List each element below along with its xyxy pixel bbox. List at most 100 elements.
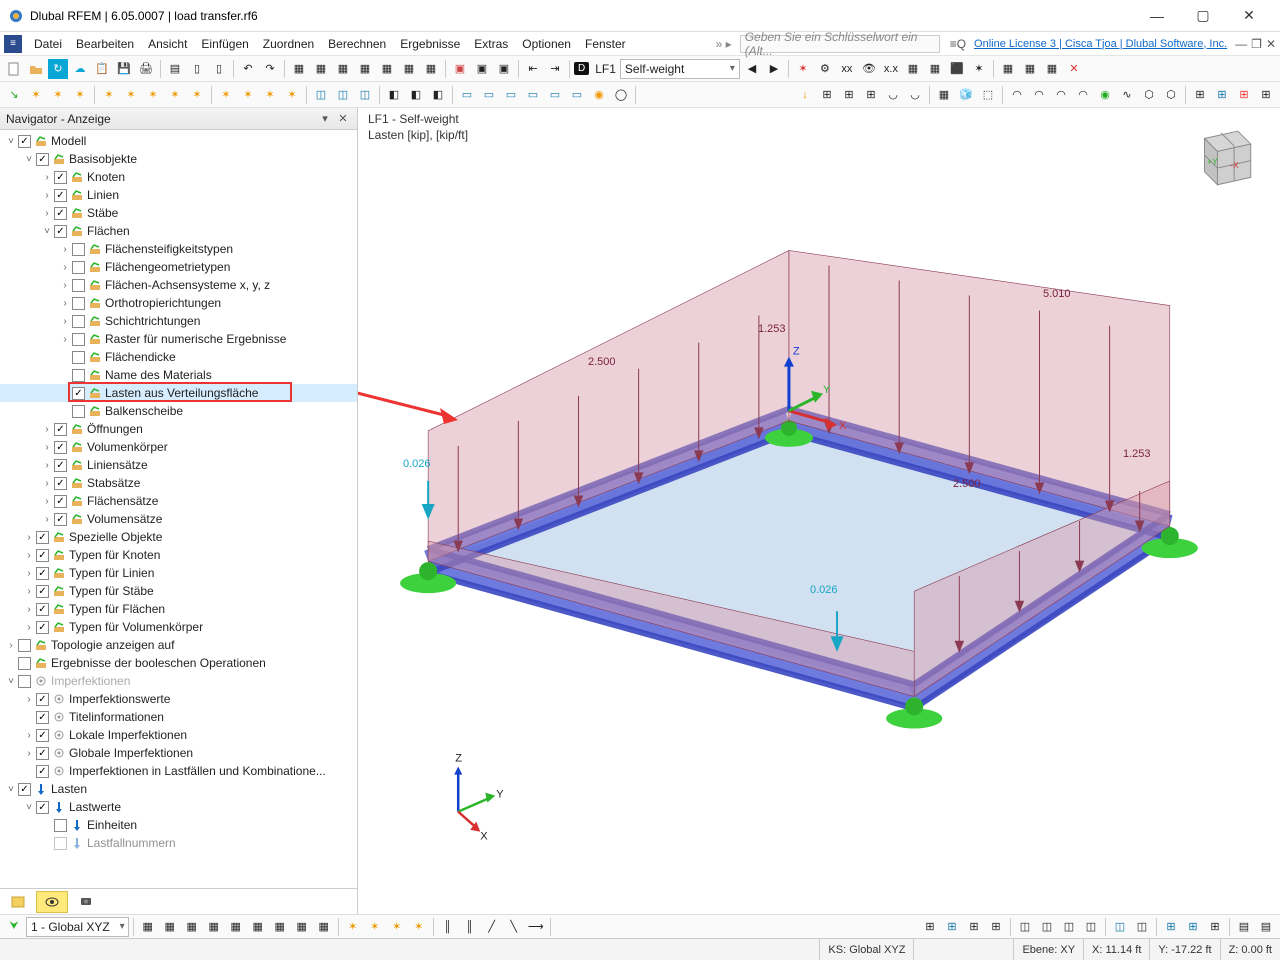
view-prev-icon[interactable]: ⇤ bbox=[523, 59, 543, 79]
grid2-icon[interactable]: ⊞ bbox=[1212, 85, 1232, 105]
bt4-icon[interactable]: ▦ bbox=[204, 917, 224, 937]
tree-twisty-icon[interactable]: › bbox=[22, 532, 36, 543]
tree-checkbox[interactable] bbox=[72, 405, 85, 418]
bt28-icon[interactable]: ◫ bbox=[1110, 917, 1130, 937]
navigator-tree[interactable]: ˅Modell˅Basisobjekte›Knoten›Linien›Stäbe… bbox=[0, 130, 357, 888]
c1-icon[interactable]: ◠ bbox=[1007, 85, 1027, 105]
tree-twisty-icon[interactable]: › bbox=[40, 424, 54, 435]
v6-icon[interactable]: ◡ bbox=[905, 85, 925, 105]
tree-item[interactable]: ˅Modell bbox=[0, 132, 357, 150]
loadcase-select[interactable]: Self-weight bbox=[620, 59, 740, 79]
tree-item[interactable]: Flächendicke bbox=[0, 348, 357, 366]
v4-icon[interactable]: ⊞ bbox=[861, 85, 881, 105]
menu-optionen[interactable]: Optionen bbox=[516, 35, 577, 53]
bt32-icon[interactable]: ⊞ bbox=[1205, 917, 1225, 937]
cs-select[interactable]: 1 - Global XYZ bbox=[26, 917, 129, 937]
render1-icon[interactable]: ▦ bbox=[998, 59, 1018, 79]
disp1-icon[interactable]: ✶ bbox=[793, 59, 813, 79]
edit2-icon[interactable]: ✶ bbox=[121, 85, 141, 105]
tool4-icon[interactable]: ✶ bbox=[282, 85, 302, 105]
menu-bearbeiten[interactable]: Bearbeiten bbox=[70, 35, 140, 53]
tree-item[interactable]: ˅Lastwerte bbox=[0, 798, 357, 816]
table2-icon[interactable]: ▦ bbox=[311, 59, 331, 79]
tree-checkbox[interactable] bbox=[18, 639, 31, 652]
bt12-icon[interactable]: ✶ bbox=[387, 917, 407, 937]
bt3-icon[interactable]: ▦ bbox=[182, 917, 202, 937]
bt16-icon[interactable]: ╱ bbox=[482, 917, 502, 937]
bt9-icon[interactable]: ▦ bbox=[314, 917, 334, 937]
bt29-icon[interactable]: ◫ bbox=[1132, 917, 1152, 937]
bt33-icon[interactable]: ▤ bbox=[1234, 917, 1254, 937]
menu-zuordnen[interactable]: Zuordnen bbox=[257, 35, 320, 53]
tree-checkbox[interactable] bbox=[18, 657, 31, 670]
tree-checkbox[interactable] bbox=[54, 459, 67, 472]
bt17-icon[interactable]: ╲ bbox=[504, 917, 524, 937]
menu-ansicht[interactable]: Ansicht bbox=[142, 35, 193, 53]
print-icon[interactable]: 🖨 bbox=[136, 59, 156, 79]
tree-item[interactable]: ›Linien bbox=[0, 186, 357, 204]
tree-twisty-icon[interactable]: › bbox=[22, 694, 36, 705]
disp3-icon[interactable]: xx bbox=[837, 59, 857, 79]
viewport-3d[interactable]: LF1 - Self-weight Lasten [kip], [kip/ft] bbox=[358, 108, 1280, 914]
tree-item[interactable]: ›Spezielle Objekte bbox=[0, 528, 357, 546]
tree-twisty-icon[interactable]: › bbox=[22, 550, 36, 561]
tree-item[interactable]: ›Knoten bbox=[0, 168, 357, 186]
tool2-icon[interactable]: ✶ bbox=[238, 85, 258, 105]
tree-checkbox[interactable] bbox=[36, 603, 49, 616]
tree-twisty-icon[interactable]: › bbox=[40, 478, 54, 489]
c5-icon[interactable]: ◉ bbox=[1095, 85, 1115, 105]
disp9-icon[interactable]: ✶ bbox=[969, 59, 989, 79]
menu-berechnen[interactable]: Berechnen bbox=[322, 35, 392, 53]
tree-item[interactable]: ›Imperfektionswerte bbox=[0, 690, 357, 708]
bt18-icon[interactable]: ⟶ bbox=[526, 917, 546, 937]
tree-item[interactable]: ›Orthotropierichtungen bbox=[0, 294, 357, 312]
tree-twisty-icon[interactable]: › bbox=[40, 496, 54, 507]
panel-close-button[interactable]: ✕ bbox=[335, 111, 351, 127]
doc-icon[interactable]: ▯ bbox=[209, 59, 229, 79]
tree-item[interactable]: ›Typen für Linien bbox=[0, 564, 357, 582]
sub-minimize-button[interactable]: ― bbox=[1235, 37, 1247, 51]
sub-restore-button[interactable]: ❐ bbox=[1251, 37, 1262, 51]
tree-twisty-icon[interactable]: › bbox=[22, 622, 36, 633]
save-icon[interactable]: 💾 bbox=[114, 59, 134, 79]
tree-item[interactable]: ›Raster für numerische Ergebnisse bbox=[0, 330, 357, 348]
bt22-icon[interactable]: ⊞ bbox=[964, 917, 984, 937]
open-folder-icon[interactable] bbox=[26, 59, 46, 79]
c2-icon[interactable]: ◠ bbox=[1029, 85, 1049, 105]
new-file-icon[interactable] bbox=[4, 59, 24, 79]
tree-twisty-icon[interactable]: › bbox=[40, 460, 54, 471]
v2-icon[interactable]: ⊞ bbox=[817, 85, 837, 105]
view-cube[interactable]: +Y -X bbox=[1186, 120, 1260, 194]
bt5-icon[interactable]: ▦ bbox=[226, 917, 246, 937]
m2-icon[interactable]: ◧ bbox=[406, 85, 426, 105]
disp4-icon[interactable]: 👁 bbox=[859, 59, 879, 79]
tree-checkbox[interactable] bbox=[36, 729, 49, 742]
tree-twisty-icon[interactable]: ˅ bbox=[4, 676, 18, 687]
tree-checkbox[interactable] bbox=[72, 261, 85, 274]
bt14-icon[interactable]: ║ bbox=[438, 917, 458, 937]
tree-checkbox[interactable] bbox=[36, 585, 49, 598]
grid4-icon[interactable]: ⊞ bbox=[1256, 85, 1276, 105]
panel-float-button[interactable]: ▾ bbox=[317, 111, 333, 127]
app-menu-icon[interactable]: ≡ bbox=[4, 35, 22, 53]
tree-checkbox[interactable] bbox=[18, 783, 31, 796]
tree-checkbox[interactable] bbox=[54, 171, 67, 184]
bt27-icon[interactable]: ◫ bbox=[1081, 917, 1101, 937]
bt2-icon[interactable]: ▦ bbox=[160, 917, 180, 937]
disp8-icon[interactable]: ⬛ bbox=[947, 59, 967, 79]
v1-icon[interactable]: ↓ bbox=[795, 85, 815, 105]
sub-close-button[interactable]: ✕ bbox=[1266, 37, 1276, 51]
tree-item[interactable]: ˅Lasten bbox=[0, 780, 357, 798]
tree-checkbox[interactable] bbox=[36, 693, 49, 706]
tree-twisty-icon[interactable]: ˅ bbox=[4, 784, 18, 795]
tree-checkbox[interactable] bbox=[36, 747, 49, 760]
tree-item[interactable]: ›Typen für Stäbe bbox=[0, 582, 357, 600]
tree-checkbox[interactable] bbox=[72, 243, 85, 256]
tree-item[interactable]: ›Typen für Flächen bbox=[0, 600, 357, 618]
edit3-icon[interactable]: ✶ bbox=[143, 85, 163, 105]
calc3-icon[interactable]: ▣ bbox=[494, 59, 514, 79]
disp5-icon[interactable]: x.x bbox=[881, 59, 901, 79]
tree-checkbox[interactable] bbox=[36, 765, 49, 778]
table6-icon[interactable]: ▦ bbox=[399, 59, 419, 79]
sel3-icon[interactable]: ✶ bbox=[48, 85, 68, 105]
